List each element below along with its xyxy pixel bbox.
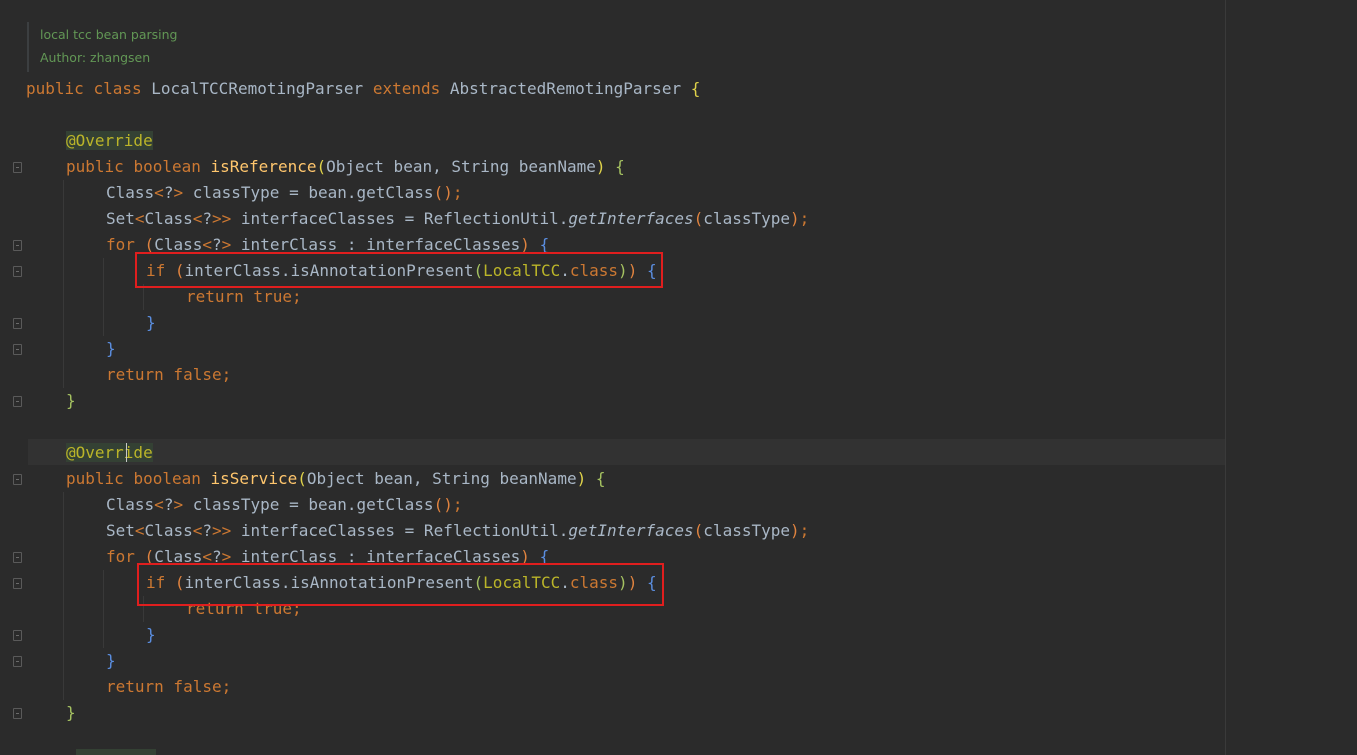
fold-marker-icon[interactable]	[13, 656, 22, 667]
keyword-extends: extends	[372, 79, 441, 98]
keyword-boolean: boolean	[133, 157, 201, 176]
fold-marker-icon[interactable]	[13, 162, 22, 173]
method-signature[interactable]: public boolean isReference(Object bean, …	[66, 154, 625, 180]
fold-marker-icon[interactable]	[13, 474, 22, 485]
code-line-interfaces[interactable]: Set<Class<?>> interfaceClasses = Reflect…	[106, 518, 809, 544]
code-line-interfaces[interactable]: Set<Class<?>> interfaceClasses = Reflect…	[106, 206, 809, 232]
code-text: return true;	[186, 287, 302, 306]
method-name: isService	[210, 469, 298, 488]
code-text: return false;	[106, 365, 232, 384]
override-annotation: @Override	[66, 131, 153, 150]
highlight-box-isservice-if	[137, 563, 664, 606]
fold-marker-icon[interactable]	[13, 318, 22, 329]
method-params: Object bean, String beanName	[326, 157, 596, 176]
code-text: interfaceClasses = ReflectionUtil.	[240, 209, 569, 228]
next-annotation-partial	[76, 749, 156, 755]
keyword-class: class	[93, 79, 142, 98]
fold-marker-icon[interactable]	[13, 266, 22, 277]
fold-marker-icon[interactable]	[13, 552, 22, 563]
code-line-close-for[interactable]: }	[106, 336, 116, 362]
fold-marker-icon[interactable]	[13, 578, 22, 589]
fold-marker-icon[interactable]	[13, 630, 22, 641]
doc-line-description: local tcc bean parsing	[40, 27, 178, 42]
override-annotation: @Override	[66, 443, 153, 462]
code-text: classType = bean.getClass	[192, 495, 434, 514]
fold-marker-icon[interactable]	[13, 396, 22, 407]
method-name: isReference	[210, 157, 317, 176]
keyword-boolean: boolean	[133, 469, 201, 488]
fold-marker-icon[interactable]	[13, 344, 22, 355]
right-margin-guide	[1225, 0, 1226, 755]
text-cursor	[126, 443, 127, 462]
doc-line-author: Author: zhangsen	[40, 50, 151, 65]
code-text: classType	[703, 521, 790, 540]
method-annotation[interactable]: @Override	[66, 128, 153, 154]
class-declaration[interactable]: public class LocalTCCRemotingParser exte…	[26, 76, 700, 102]
code-text: Set	[106, 209, 135, 228]
keyword-public: public	[26, 79, 84, 98]
code-text: Set	[106, 521, 135, 540]
static-method-call: getInterfaces	[568, 521, 694, 540]
method-annotation[interactable]: @Override	[66, 440, 153, 466]
method-signature[interactable]: public boolean isService(Object bean, St…	[66, 466, 606, 492]
method-params: Object bean, String beanName	[306, 469, 577, 488]
code-editor[interactable]: local tcc bean parsing Author: zhangsen …	[0, 0, 1357, 755]
indent-guide	[103, 258, 104, 336]
indent-guide	[63, 492, 64, 700]
code-line-return-false[interactable]: return false;	[106, 674, 231, 700]
indent-guide	[63, 180, 64, 388]
code-text: return false;	[106, 677, 232, 696]
fold-marker-icon[interactable]	[13, 708, 22, 719]
keyword-for: for	[106, 547, 135, 566]
class-open-brace: {	[690, 79, 701, 98]
code-line-close-method[interactable]: }	[66, 700, 76, 726]
highlight-box-isreference-if	[135, 252, 663, 288]
rendered-javadoc[interactable]: local tcc bean parsing Author: zhangsen	[27, 22, 329, 72]
keyword-public: public	[66, 157, 124, 176]
gutter[interactable]	[0, 0, 28, 755]
code-line-close-if[interactable]: }	[146, 622, 156, 648]
fold-marker-icon[interactable]	[13, 240, 22, 251]
code-line-classtype[interactable]: Class<?> classType = bean.getClass();	[106, 492, 462, 518]
code-line-classtype[interactable]: Class<?> classType = bean.getClass();	[106, 180, 462, 206]
code-text: classType = bean.getClass	[192, 183, 434, 202]
caret-row-highlight	[28, 439, 1225, 465]
code-line-return-false[interactable]: return false;	[106, 362, 231, 388]
static-method-call: getInterfaces	[568, 209, 694, 228]
parent-class-name: AbstractedRemotingParser	[449, 79, 682, 98]
code-line-close-method[interactable]: }	[66, 388, 76, 414]
keyword-for: for	[106, 235, 135, 254]
code-text: classType	[703, 209, 790, 228]
class-name: LocalTCCRemotingParser	[151, 79, 364, 98]
code-line-close-for[interactable]: }	[106, 648, 116, 674]
keyword-public: public	[66, 469, 124, 488]
code-line-close-if[interactable]: }	[146, 310, 156, 336]
code-text: interfaceClasses = ReflectionUtil.	[240, 521, 569, 540]
indent-guide	[103, 570, 104, 648]
